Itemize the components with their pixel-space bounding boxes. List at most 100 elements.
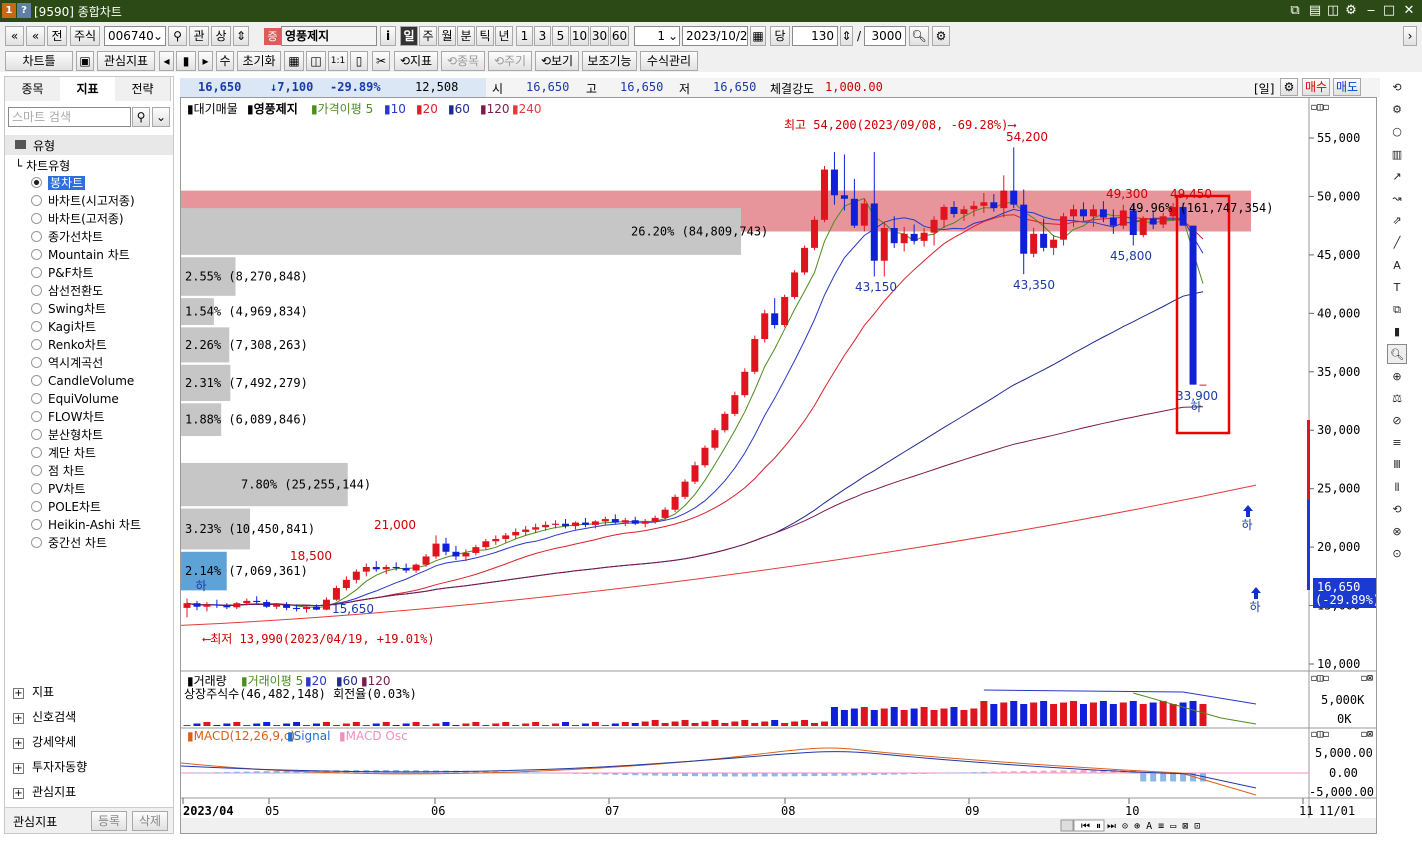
- chart-type-item[interactable]: P&F차트: [31, 265, 94, 282]
- left-tab[interactable]: 전략: [115, 77, 171, 101]
- dang-button[interactable]: 당: [770, 26, 790, 46]
- interval-tab[interactable]: 5: [552, 26, 569, 46]
- auto-icon[interactable]: A: [1387, 256, 1407, 276]
- chart-type-item[interactable]: 계단 차트: [31, 445, 96, 462]
- chart-type-item[interactable]: FLOW차트: [31, 409, 105, 426]
- vbars2-icon[interactable]: ⦀: [1387, 478, 1407, 498]
- chart-type-item[interactable]: EquiVolume: [31, 391, 119, 408]
- right-arrow-icon[interactable]: ▸: [198, 51, 213, 71]
- stock-button[interactable]: ⟲종목: [441, 51, 485, 71]
- left-tab[interactable]: 종목: [5, 77, 61, 101]
- layout-icon[interactable]: ▤: [1306, 2, 1324, 20]
- period-button[interactable]: ⟲주기: [488, 51, 532, 71]
- spin-icon[interactable]: ⇕: [840, 26, 853, 46]
- chart-type-item[interactable]: 봉차트: [31, 175, 86, 192]
- line-icon[interactable]: ╱: [1387, 233, 1407, 253]
- tree-sub[interactable]: └ 차트유형: [15, 157, 70, 174]
- count-select[interactable]: 1 ⌄: [634, 26, 680, 46]
- arc-icon[interactable]: ↝: [1387, 189, 1407, 209]
- bars-icon[interactable]: ▥: [1387, 145, 1407, 165]
- chart-type-item[interactable]: POLE차트: [31, 499, 101, 516]
- chart-type-item[interactable]: 역시계곡선: [31, 355, 103, 372]
- period-tab[interactable]: 틱: [476, 26, 494, 46]
- up-icon[interactable]: «: [26, 26, 45, 46]
- delete-icon[interactable]: ⊗: [1387, 522, 1407, 542]
- formula-button[interactable]: 수식관리: [640, 51, 698, 71]
- search-icon[interactable]: ⚲: [168, 26, 187, 46]
- bottom-section[interactable]: + 신호검색: [13, 707, 76, 727]
- interval-tab[interactable]: 3: [534, 26, 551, 46]
- chart-type-item[interactable]: Heikin-Ashi 차트: [31, 517, 141, 534]
- gear-icon[interactable]: ⚙: [1387, 100, 1407, 120]
- delete-button[interactable]: 삭제: [132, 811, 168, 831]
- register-button[interactable]: 등록: [91, 811, 127, 831]
- bottom-section[interactable]: + 지표: [13, 682, 54, 702]
- chart-type-item[interactable]: 종가선차트: [31, 229, 103, 246]
- zoom-in-icon[interactable]: ⊕: [1387, 367, 1407, 387]
- chart-frame-button[interactable]: 차트틀: [5, 51, 73, 71]
- settings-icon[interactable]: ⚙: [1342, 2, 1360, 20]
- max-count-input[interactable]: 3000: [864, 26, 906, 46]
- trend-icon[interactable]: ↗: [1387, 167, 1407, 187]
- chart-type-item[interactable]: Kagi차트: [31, 319, 96, 336]
- zoom-icon[interactable]: 🔍︎: [1387, 344, 1407, 365]
- chart-area[interactable]: 55,000 50,000 45,000 40,000 35,000 30,000 25,0…: [180, 97, 1380, 834]
- period-tab[interactable]: 주: [419, 26, 437, 46]
- save-icon[interactable]: ▣: [76, 51, 94, 71]
- candle-icon[interactable]: ▯: [350, 51, 368, 71]
- period-tab[interactable]: 분: [457, 26, 475, 46]
- chart-type-item[interactable]: Mountain 차트: [31, 247, 130, 264]
- close-icon[interactable]: ✕: [1400, 2, 1418, 20]
- link-icon[interactable]: ⧉: [1286, 2, 1304, 20]
- indicator-button[interactable]: ⟲지표: [394, 51, 438, 71]
- scissors-icon[interactable]: ✂: [372, 51, 390, 71]
- chart-type-item[interactable]: PV차트: [31, 481, 86, 498]
- chart-type-item[interactable]: Renko차트: [31, 337, 107, 354]
- circle-icon[interactable]: ○: [1387, 122, 1407, 142]
- target-icon[interactable]: ⊙: [1387, 544, 1407, 564]
- interval-tab[interactable]: 30: [590, 26, 609, 46]
- prev-button[interactable]: 전: [47, 26, 67, 46]
- smart-search-input[interactable]: 스마트 검색: [8, 107, 131, 127]
- vbars-icon[interactable]: Ⅲ: [1387, 455, 1407, 475]
- interval-tab[interactable]: 10: [570, 26, 589, 46]
- text-icon[interactable]: T: [1387, 278, 1407, 298]
- fan-icon[interactable]: ⇗: [1387, 211, 1407, 231]
- maximize-icon[interactable]: □: [1380, 2, 1398, 20]
- chevron-down-icon[interactable]: ⌄: [152, 107, 170, 127]
- count-input[interactable]: 130: [792, 26, 838, 46]
- expand-icon[interactable]: ›: [1403, 26, 1417, 46]
- chart-type-item[interactable]: 점 차트: [31, 463, 85, 480]
- sell-button[interactable]: 매도: [1333, 78, 1361, 96]
- chart-type-item[interactable]: 바차트(고저종): [31, 211, 124, 228]
- period-tab[interactable]: 일: [400, 26, 418, 46]
- sang-button[interactable]: 상: [211, 26, 231, 46]
- refresh-icon[interactable]: ⟲: [1387, 78, 1407, 98]
- zoom-icon[interactable]: 🔍︎: [909, 26, 929, 46]
- chart-type-item[interactable]: Swing차트: [31, 301, 106, 318]
- camera-icon[interactable]: ◫: [1324, 2, 1342, 20]
- reset-button[interactable]: 초기화: [237, 51, 281, 71]
- date-input[interactable]: 2023/10/27: [682, 26, 748, 46]
- chart-type-item[interactable]: CandleVolume: [31, 373, 134, 390]
- su-button[interactable]: 수: [216, 51, 234, 71]
- code-input[interactable]: 006740 ⌄: [104, 26, 166, 46]
- search-icon[interactable]: ⚲: [132, 107, 150, 127]
- scroll-left-button[interactable]: [1060, 819, 1074, 832]
- bottom-section[interactable]: + 강세약세: [13, 732, 76, 752]
- calendar-icon[interactable]: ▦: [750, 26, 766, 46]
- candle-icon[interactable]: ▮: [1387, 322, 1407, 342]
- minimize-icon[interactable]: ‒: [1362, 2, 1380, 20]
- grid-icon[interactable]: ⧉: [1387, 300, 1407, 320]
- lines-icon[interactable]: ≡: [1387, 433, 1407, 453]
- period-tab[interactable]: 월: [438, 26, 456, 46]
- chart-type-item[interactable]: 분산형차트: [31, 427, 103, 444]
- gear-icon[interactable]: ⚙: [1280, 78, 1298, 96]
- left-tab[interactable]: 지표: [60, 77, 116, 101]
- erase-icon[interactable]: ⊘: [1387, 411, 1407, 431]
- bottom-section[interactable]: + 관심지표: [13, 782, 76, 802]
- chart-type-item[interactable]: 삼선전환도: [31, 283, 103, 300]
- interval-tab[interactable]: 1: [516, 26, 533, 46]
- buy-button[interactable]: 매수: [1302, 78, 1330, 96]
- chart-type-item[interactable]: 바차트(시고저종): [31, 193, 135, 210]
